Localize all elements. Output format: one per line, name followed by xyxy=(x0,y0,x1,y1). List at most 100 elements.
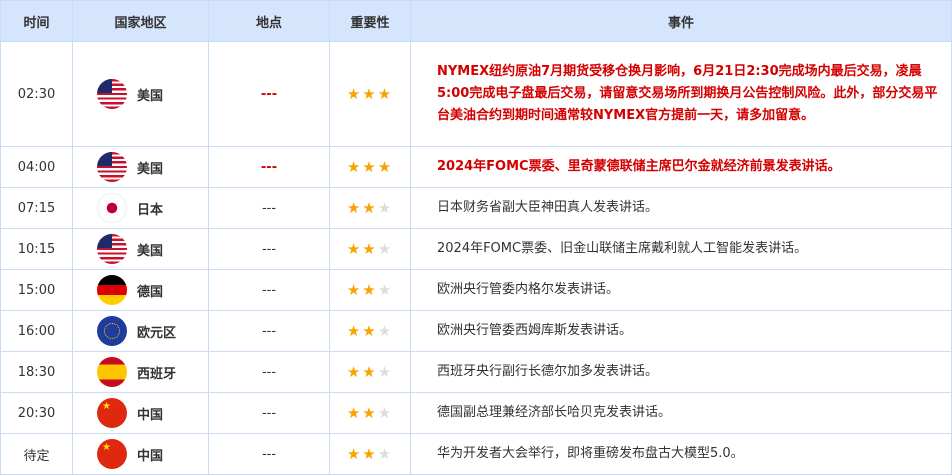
location-cell: --- xyxy=(208,187,330,229)
star-icon: ★ xyxy=(346,363,363,381)
country-cell: 欧元区 xyxy=(72,310,209,352)
table-row: 15:00 德国 --- ★★★ 欧洲央行管委内格尔发表讲话。 xyxy=(0,269,952,311)
star-icon: ★ xyxy=(346,240,363,258)
star-icon: ★ xyxy=(346,445,363,463)
table-row: 02:30 美国 --- ★★★ NYMEX纽约原油7月期货受移仓换月影响，6月… xyxy=(0,41,952,147)
event-cell: 日本财务省副大臣神田真人发表讲话。 xyxy=(410,187,952,229)
time-cell: 07:15 xyxy=(0,187,73,229)
event-cell: 华为开发者大会举行，即将重磅发布盘古大模型5.0。 xyxy=(410,433,952,475)
star-icon: ★ xyxy=(362,199,378,217)
star-icon: ★ xyxy=(362,445,378,463)
event-cell: 2024年FOMC票委、旧金山联储主席戴利就人工智能发表讲话。 xyxy=(410,228,952,270)
country-name: 美国 xyxy=(137,161,164,177)
time-cell: 15:00 xyxy=(0,269,73,311)
table-row: 20:30 中国 --- ★★★ 德国副总理兼经济部长哈贝克发表讲话。 xyxy=(0,392,952,434)
country-cell: 中国 xyxy=(72,433,209,475)
country-name: 中国 xyxy=(137,448,164,464)
country-name: 美国 xyxy=(137,243,164,259)
star-icon: ★ xyxy=(362,281,378,299)
flag-us-icon xyxy=(97,234,127,264)
header-importance: 重要性 xyxy=(329,0,411,42)
star-icon: ★ xyxy=(362,363,378,381)
event-cell: 2024年FOMC票委、里奇蒙德联储主席巴尔金就经济前景发表讲话。 xyxy=(410,146,952,188)
header-location: 地点 xyxy=(208,0,330,42)
location-cell: --- xyxy=(208,228,330,270)
table-row: 待定 中国 --- ★★★ 华为开发者大会举行，即将重磅发布盘古大模型5.0。 xyxy=(0,433,952,475)
importance-stars: ★★★ xyxy=(329,433,411,475)
country-name: 西班牙 xyxy=(137,366,177,382)
calendar-table: 时间 国家地区 地点 重要性 事件 02:30 美国 --- ★★★ NYMEX… xyxy=(0,0,952,475)
country-name: 中国 xyxy=(137,407,164,423)
time-cell: 18:30 xyxy=(0,351,73,393)
star-icon: ★ xyxy=(362,240,378,258)
table-row: 04:00 美国 --- ★★★ 2024年FOMC票委、里奇蒙德联储主席巴尔金… xyxy=(0,146,952,188)
country-name: 日本 xyxy=(137,202,164,218)
star-icon: ★ xyxy=(346,158,363,176)
star-icon: ★ xyxy=(377,363,394,381)
star-icon: ★ xyxy=(346,199,363,217)
table-row: 07:15 日本 --- ★★★ 日本财务省副大臣神田真人发表讲话。 xyxy=(0,187,952,229)
table-row: 10:15 美国 --- ★★★ 2024年FOMC票委、旧金山联储主席戴利就人… xyxy=(0,228,952,270)
star-icon: ★ xyxy=(346,281,363,299)
location-cell: --- xyxy=(208,310,330,352)
country-name: 德国 xyxy=(137,284,164,300)
header-time: 时间 xyxy=(0,0,73,42)
time-cell: 02:30 xyxy=(0,41,73,147)
importance-stars: ★★★ xyxy=(329,310,411,352)
location-cell: --- xyxy=(208,433,330,475)
time-cell: 10:15 xyxy=(0,228,73,270)
location-cell: --- xyxy=(208,269,330,311)
country-name: 美国 xyxy=(137,88,164,104)
header-event: 事件 xyxy=(410,0,952,42)
star-icon: ★ xyxy=(346,404,363,422)
event-cell: NYMEX纽约原油7月期货受移仓换月影响，6月21日2:30完成场内最后交易，凌… xyxy=(410,41,952,147)
location-cell: --- xyxy=(208,41,330,147)
event-cell: 欧洲央行管委内格尔发表讲话。 xyxy=(410,269,952,311)
star-icon: ★ xyxy=(377,404,394,422)
location-cell: --- xyxy=(208,392,330,434)
country-cell: 美国 xyxy=(72,41,209,147)
flag-us-icon xyxy=(97,79,127,109)
star-icon: ★ xyxy=(362,322,378,340)
star-icon: ★ xyxy=(362,404,378,422)
table-row: 18:30 西班牙 --- ★★★ 西班牙央行副行长德尔加多发表讲话。 xyxy=(0,351,952,393)
country-name: 欧元区 xyxy=(137,325,177,341)
flag-de-icon xyxy=(97,275,127,305)
flag-us-icon xyxy=(97,152,127,182)
star-icon: ★ xyxy=(377,199,394,217)
location-cell: --- xyxy=(208,146,330,188)
flag-cn-icon xyxy=(97,439,127,469)
country-cell: 日本 xyxy=(72,187,209,229)
importance-stars: ★★★ xyxy=(329,41,411,147)
importance-stars: ★★★ xyxy=(329,351,411,393)
country-cell: 德国 xyxy=(72,269,209,311)
event-cell: 欧洲央行管委西姆库斯发表讲话。 xyxy=(410,310,952,352)
importance-stars: ★★★ xyxy=(329,228,411,270)
event-cell: 德国副总理兼经济部长哈贝克发表讲话。 xyxy=(410,392,952,434)
star-icon: ★ xyxy=(377,322,394,340)
star-icon: ★ xyxy=(346,85,363,103)
star-icon: ★ xyxy=(346,322,363,340)
location-cell: --- xyxy=(208,351,330,393)
flag-es-icon xyxy=(97,357,127,387)
event-cell: 西班牙央行副行长德尔加多发表讲话。 xyxy=(410,351,952,393)
country-cell: 西班牙 xyxy=(72,351,209,393)
country-cell: 美国 xyxy=(72,228,209,270)
importance-stars: ★★★ xyxy=(329,269,411,311)
star-icon: ★ xyxy=(362,158,378,176)
time-cell: 04:00 xyxy=(0,146,73,188)
star-icon: ★ xyxy=(377,445,394,463)
country-cell: 美国 xyxy=(72,146,209,188)
table-row: 16:00 欧元区 --- ★★★ 欧洲央行管委西姆库斯发表讲话。 xyxy=(0,310,952,352)
importance-stars: ★★★ xyxy=(329,187,411,229)
star-icon: ★ xyxy=(377,85,394,103)
star-icon: ★ xyxy=(362,85,378,103)
importance-stars: ★★★ xyxy=(329,146,411,188)
time-cell: 待定 xyxy=(0,433,73,475)
flag-cn-icon xyxy=(97,398,127,428)
country-cell: 中国 xyxy=(72,392,209,434)
header-country: 国家地区 xyxy=(72,0,209,42)
header-row: 时间 国家地区 地点 重要性 事件 xyxy=(0,0,952,42)
star-icon: ★ xyxy=(377,240,394,258)
time-cell: 20:30 xyxy=(0,392,73,434)
